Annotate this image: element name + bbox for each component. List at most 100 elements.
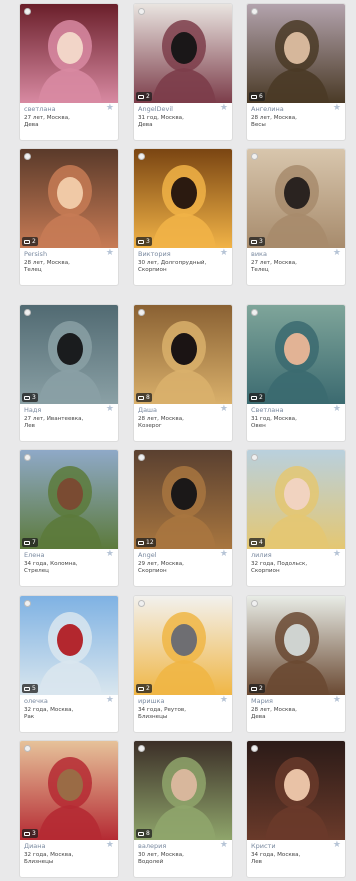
status-dot-icon — [24, 454, 31, 461]
profile-photo[interactable]: 12 — [134, 450, 232, 549]
star-icon[interactable]: ★ — [220, 695, 228, 705]
profile-name-link[interactable]: светлана — [24, 105, 56, 113]
profile-photo[interactable] — [20, 4, 118, 103]
profile-photo-image — [20, 741, 118, 840]
star-icon[interactable]: ★ — [220, 248, 228, 258]
profile-photo[interactable]: 5 — [20, 596, 118, 695]
profile-card[interactable]: 3 вика ★ 27 лет, Москва, Телец — [246, 148, 346, 286]
profile-name-link[interactable]: валерия — [138, 842, 166, 850]
camera-icon — [138, 395, 144, 400]
profile-name-link[interactable]: Надя — [24, 406, 41, 414]
photo-count-badge: 2 — [22, 237, 38, 246]
profile-age-city: 27 лет, Ивантеевка, — [24, 416, 84, 422]
profile-photo[interactable]: 2 — [134, 596, 232, 695]
profile-photo[interactable]: 2 — [247, 596, 345, 695]
profile-card[interactable]: 8 валерия ★ 30 лет, Москва, Водолей — [133, 740, 233, 878]
profile-photo[interactable]: 6 — [247, 4, 345, 103]
star-icon[interactable]: ★ — [106, 840, 114, 850]
profile-name-link[interactable]: лилия — [251, 551, 272, 559]
status-dot-icon — [24, 153, 31, 160]
profile-age-city: 30 лет, Москва, — [138, 852, 184, 858]
profile-photo[interactable] — [247, 741, 345, 840]
star-icon[interactable]: ★ — [333, 103, 341, 113]
camera-icon — [251, 540, 257, 545]
profile-card[interactable]: 2 Светлана ★ 31 год, Москва, Овен — [246, 304, 346, 442]
star-icon[interactable]: ★ — [106, 549, 114, 559]
profile-card[interactable]: 3 Надя ★ 27 лет, Ивантеевка, Лев — [19, 304, 119, 442]
profile-photo-image — [20, 4, 118, 103]
star-icon[interactable]: ★ — [106, 695, 114, 705]
star-icon[interactable]: ★ — [333, 549, 341, 559]
profile-name-link[interactable]: Ангелина — [251, 105, 284, 113]
profile-zodiac: Телец — [24, 267, 42, 273]
profile-name-link[interactable]: Angel — [138, 551, 157, 559]
profile-details: 32 года, Москва, Близнецы — [24, 852, 116, 866]
profile-photo-image — [20, 305, 118, 404]
profile-name-link[interactable]: Диана — [24, 842, 46, 850]
profile-photo[interactable]: 3 — [134, 149, 232, 248]
profile-zodiac: Близнецы — [24, 859, 54, 865]
profile-photo[interactable]: 4 — [247, 450, 345, 549]
profile-photo[interactable]: 7 — [20, 450, 118, 549]
profile-photo-image — [20, 596, 118, 695]
profile-name-link[interactable]: Кристи — [251, 842, 276, 850]
profile-details: 27 лет, Ивантеевка, Лев — [24, 416, 116, 430]
profile-card[interactable]: 7 Елена ★ 34 года, Коломна, Стрелец — [19, 449, 119, 587]
profile-name-link[interactable]: Даша — [138, 406, 157, 414]
star-icon[interactable]: ★ — [106, 248, 114, 258]
profile-photo[interactable]: 2 — [134, 4, 232, 103]
profile-photo[interactable]: 3 — [247, 149, 345, 248]
profile-card[interactable]: 2 AngelDevil ★ 31 год, Москва, Дева — [133, 3, 233, 141]
star-icon[interactable]: ★ — [106, 103, 114, 113]
profile-card[interactable]: 2 иришка ★ 34 года, Реутов, Близнецы — [133, 595, 233, 733]
star-icon[interactable]: ★ — [333, 840, 341, 850]
profile-age-city: 28 лет, Москва, — [251, 707, 297, 713]
star-icon[interactable]: ★ — [220, 103, 228, 113]
star-icon[interactable]: ★ — [220, 404, 228, 414]
profile-name-link[interactable]: олечка — [24, 697, 48, 705]
photo-count-badge: 2 — [136, 684, 152, 693]
star-icon[interactable]: ★ — [333, 404, 341, 414]
status-dot-icon — [138, 8, 145, 15]
star-icon[interactable]: ★ — [333, 248, 341, 258]
status-dot-icon — [138, 454, 145, 461]
profile-photo-image — [20, 149, 118, 248]
profile-photo[interactable]: 3 — [20, 741, 118, 840]
profile-card[interactable]: 2 Мария ★ 28 лет, Москва, Дева — [246, 595, 346, 733]
profile-photo[interactable]: 2 — [20, 149, 118, 248]
star-icon[interactable]: ★ — [333, 695, 341, 705]
star-icon[interactable]: ★ — [220, 549, 228, 559]
photo-count-value: 2 — [32, 238, 36, 245]
profile-photo[interactable]: 8 — [134, 741, 232, 840]
profile-card[interactable]: Кристи ★ 34 года, Москва, Лев — [246, 740, 346, 878]
star-icon[interactable]: ★ — [220, 840, 228, 850]
photo-count-value: 8 — [146, 830, 150, 837]
photo-count-badge: 8 — [136, 829, 152, 838]
profile-card[interactable]: 12 Angel ★ 29 лет, Москва, Скорпион — [133, 449, 233, 587]
profile-photo[interactable]: 3 — [20, 305, 118, 404]
profile-name-link[interactable]: Виктория — [138, 250, 171, 258]
profile-photo[interactable]: 8 — [134, 305, 232, 404]
profile-card[interactable]: 8 Даша ★ 28 лет, Москва, Козерог — [133, 304, 233, 442]
profile-age-city: 32 года, Москва, — [24, 852, 74, 858]
profile-card[interactable]: 5 олечка ★ 32 года, Москва, Рак — [19, 595, 119, 733]
photo-count-value: 5 — [32, 685, 36, 692]
photo-count-badge: 4 — [249, 538, 265, 547]
profile-name-link[interactable]: Елена — [24, 551, 45, 559]
profile-photo[interactable]: 2 — [247, 305, 345, 404]
profile-name-link[interactable]: иришка — [138, 697, 164, 705]
star-icon[interactable]: ★ — [106, 404, 114, 414]
profile-card[interactable]: 4 лилия ★ 32 года, Подольск, Скорпион — [246, 449, 346, 587]
profile-card[interactable]: 6 Ангелина ★ 28 лет, Москва, Весы — [246, 3, 346, 141]
profile-name-link[interactable]: вика — [251, 250, 267, 258]
profile-name-link[interactable]: Persish — [24, 250, 47, 258]
profile-card[interactable]: 2 Persish ★ 28 лет, Москва, Телец — [19, 148, 119, 286]
profile-card[interactable]: 3 Диана ★ 32 года, Москва, Близнецы — [19, 740, 119, 878]
profile-zodiac: Скорпион — [138, 267, 167, 273]
profile-card[interactable]: светлана ★ 27 лет, Москва, Дева — [19, 3, 119, 141]
profile-details: 30 лет, Москва, Водолей — [138, 852, 230, 866]
profile-name-link[interactable]: Светлана — [251, 406, 284, 414]
profile-card[interactable]: 3 Виктория ★ 30 лет, Долгопрудный, Скорпион — [133, 148, 233, 286]
profile-name-link[interactable]: AngelDevil — [138, 105, 173, 113]
profile-name-link[interactable]: Мария — [251, 697, 273, 705]
